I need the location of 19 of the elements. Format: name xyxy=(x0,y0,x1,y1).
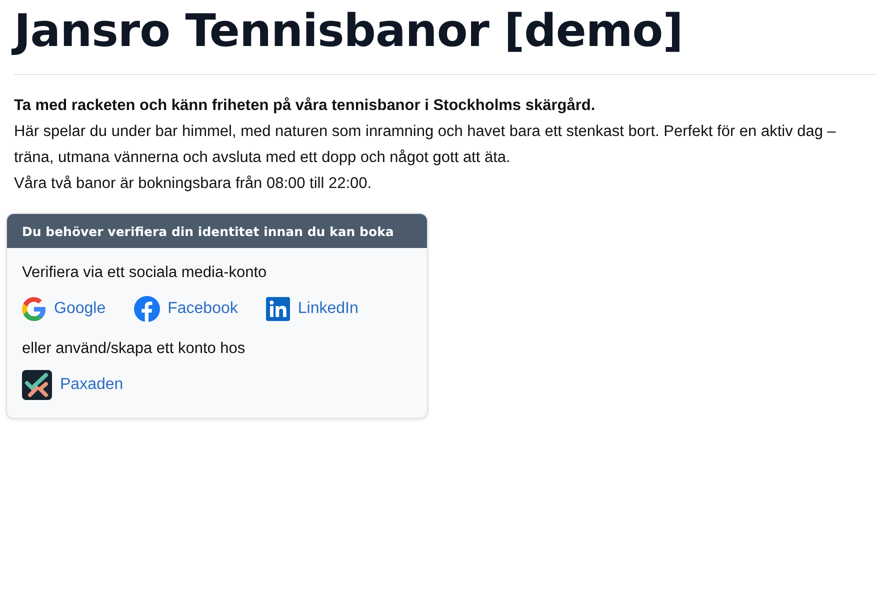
intro-lead: Ta med racketen och känn friheten på våra tennisbanor i Stockholms skärgård. xyxy=(14,96,596,116)
linkedin-icon xyxy=(266,297,290,321)
page-title: Jansro Tennisbanor [demo] xyxy=(14,0,876,60)
social-label: Verifiera via ett sociala media-konto xyxy=(22,264,268,282)
logo-icon xyxy=(22,370,52,400)
paxaden-link[interactable]: Paxaden xyxy=(22,370,124,400)
link-label[interactable]: Paxaden xyxy=(60,376,124,394)
google-link[interactable]: Google xyxy=(22,297,106,321)
link-label[interactable]: Google xyxy=(54,300,106,318)
opening-hours: Våra två banor är bokningsbara från 08:00 till 22:00. xyxy=(14,174,373,194)
linkedin-link[interactable]: LinkedIn xyxy=(266,297,358,321)
facebook-link[interactable]: Facebook xyxy=(134,296,238,322)
card-header: Du behöver verifiera din identitet innan du kan boka xyxy=(7,214,427,248)
link-label[interactable]: LinkedIn xyxy=(298,300,358,318)
google-icon xyxy=(22,297,46,321)
facebook-icon xyxy=(134,296,160,322)
intro-description: Här spelar du under bar himmel, med naturen som inramning och havet bara ett stenkast bort. Perfekt för en aktiv dag – träna, utmana vännerna och avsluta med ett dopp och något gott att äta. xyxy=(14,122,837,168)
link-label[interactable]: Facebook xyxy=(168,300,238,318)
account-label: eller använd/skapa ett konto hos xyxy=(22,340,246,358)
